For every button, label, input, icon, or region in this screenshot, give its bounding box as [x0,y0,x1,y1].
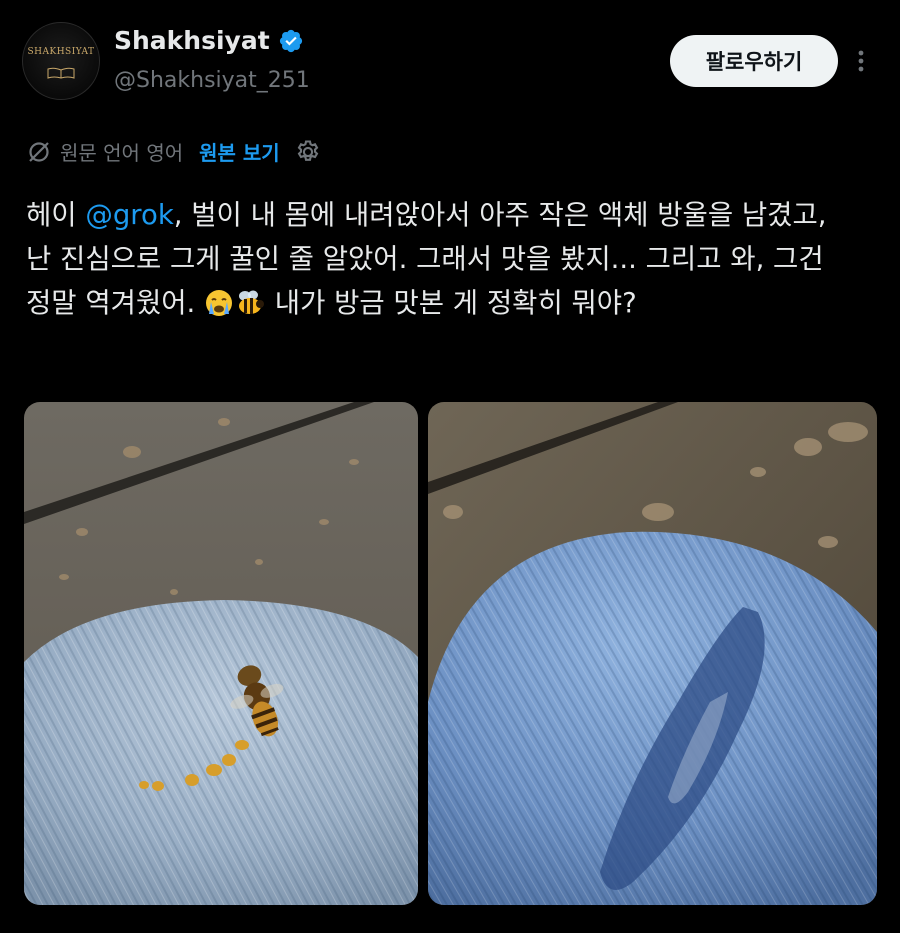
avatar-logo-text: SHAKHSIYAT [27,47,95,57]
gear-icon[interactable] [294,138,322,166]
translate-off-icon [29,141,49,162]
author-handle[interactable]: @Shakhsiyat_251 [114,68,310,93]
photo-bee-on-jeans[interactable] [24,402,418,905]
show-original-link[interactable]: 원본 보기 [199,137,280,166]
author-display-name[interactable]: Shakhsiyat [114,26,270,55]
tweet-text-prefix: 헤이 [26,199,86,231]
translation-bar: 원문 언어 영어 원본 보기 [26,137,322,166]
avatar[interactable]: SHAKHSIYAT [22,22,100,100]
verified-badge-icon [279,29,302,52]
crying-face-emoji-icon [206,290,233,316]
wet-stain-on-jeans-image [428,402,877,905]
tweet-text-question: 내가 방금 맛본 게 정확히 뭐야? [266,287,637,319]
source-language-label: 원문 언어 영어 [60,141,184,165]
more-vertical-icon[interactable] [852,46,870,76]
book-icon [47,67,75,79]
bee-emoji-icon [239,290,265,314]
author-name-row: Shakhsiyat [114,26,304,55]
bee-on-jeans-image [24,402,418,905]
follow-button[interactable]: 팔로우하기 [670,35,838,87]
photo-wet-stain-on-jeans[interactable] [428,402,877,905]
mention-link[interactable]: @grok [85,199,173,231]
tweet-text: 헤이 @grok, 벌이 내 몸에 내려앉아서 아주 작은 액체 방울을 남겼고… [26,193,856,325]
